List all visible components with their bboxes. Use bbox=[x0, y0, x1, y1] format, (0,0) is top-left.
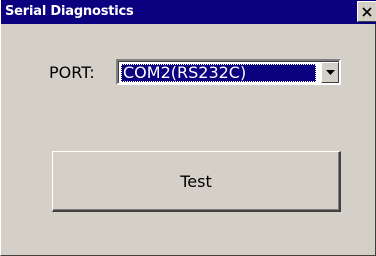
test-button-label: Test bbox=[180, 171, 212, 191]
port-dropdown-button[interactable] bbox=[321, 62, 339, 83]
window-title: Serial Diagnostics bbox=[5, 4, 134, 19]
port-select[interactable]: COM2(RS232C) bbox=[116, 59, 341, 85]
test-button[interactable]: Test bbox=[52, 151, 341, 212]
port-select-frame: COM2(RS232C) bbox=[118, 61, 339, 83]
close-button[interactable] bbox=[357, 1, 376, 22]
title-bar[interactable]: Serial Diagnostics bbox=[1, 0, 376, 24]
chevron-down-icon bbox=[325, 70, 335, 75]
close-icon bbox=[362, 6, 372, 17]
serial-diagnostics-window: Serial Diagnostics PORT: COM2(RS232C) Te… bbox=[0, 0, 376, 256]
port-label: PORT: bbox=[49, 63, 95, 82]
port-select-value[interactable]: COM2(RS232C) bbox=[121, 64, 316, 82]
